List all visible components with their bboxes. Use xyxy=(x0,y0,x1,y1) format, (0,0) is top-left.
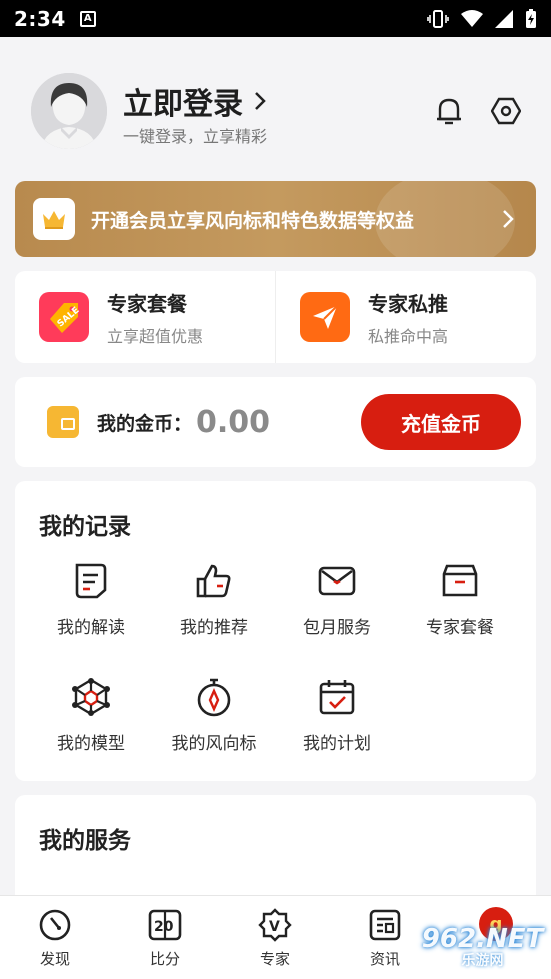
coins-value: 0.00 xyxy=(196,404,271,440)
expert-badge-icon: V xyxy=(258,908,292,942)
package-subtitle: 立享超值优惠 xyxy=(107,326,204,346)
package-subtitle: 私推命中高 xyxy=(368,326,449,346)
login-subtitle: 一键登录，立享精彩 xyxy=(123,127,268,146)
document-icon xyxy=(71,561,111,601)
tab-news[interactable]: 资讯 xyxy=(345,908,425,969)
record-item-label: 我的解读 xyxy=(57,618,125,638)
vip-banner-text: 开通会员立享风向标和特色数据等权益 xyxy=(91,209,415,232)
coin-decoration xyxy=(375,181,515,257)
profile-header: 立即登录 一键登录，立享精彩 xyxy=(31,73,521,151)
expert-glyph: V xyxy=(269,919,280,935)
tab-label: 比分 xyxy=(149,950,180,968)
tab-label: 发现 xyxy=(39,950,70,968)
record-item-model[interactable]: 我的模型 xyxy=(31,677,151,754)
discover-icon xyxy=(39,909,71,941)
record-item-indicator[interactable]: 我的风向标 xyxy=(154,677,274,754)
notification-icon: A xyxy=(79,10,96,27)
record-item-label: 我的模型 xyxy=(57,734,125,754)
tab-score[interactable]: 20 比分 xyxy=(125,908,205,969)
record-item-label: 我的计划 xyxy=(303,734,371,754)
record-item-interpretation[interactable]: 我的解读 xyxy=(31,561,151,638)
record-item-monthly[interactable]: 包月服务 xyxy=(277,561,397,638)
signal-icon xyxy=(495,9,513,28)
record-item-label: 包月服务 xyxy=(303,618,371,638)
thumbs-up-icon xyxy=(194,561,234,601)
record-item-label: 我的风向标 xyxy=(171,734,257,754)
vibrate-icon xyxy=(427,9,449,28)
settings-hexagon-icon xyxy=(491,97,521,125)
watermark-sub: 乐游网 xyxy=(461,953,504,969)
watermark-logo: 962.NET 乐游网 xyxy=(420,924,545,974)
package-title: 专家私推 xyxy=(368,291,448,316)
coins-card: 我的金币： 0.00 充值金币 xyxy=(15,377,536,467)
wallet-icon xyxy=(47,406,79,438)
record-item-plan[interactable]: 我的计划 xyxy=(277,677,397,754)
default-avatar-icon xyxy=(31,73,107,149)
box-icon xyxy=(440,561,480,601)
avatar[interactable] xyxy=(31,73,107,149)
wifi-icon xyxy=(461,9,483,27)
notification-bell-button[interactable] xyxy=(433,95,465,127)
chevron-right-icon xyxy=(255,92,266,110)
package-expert-plan[interactable]: SALE 专家套餐 立享超值优惠 xyxy=(15,271,275,363)
score-glyph: 20 xyxy=(154,919,174,935)
settings-button[interactable] xyxy=(490,95,522,127)
login-link[interactable]: 立即登录 xyxy=(123,79,267,123)
record-item-expert-plan[interactable]: 专家套餐 xyxy=(400,561,520,638)
paper-plane-icon xyxy=(300,292,350,342)
tab-expert[interactable]: V 专家 xyxy=(235,908,315,969)
login-title: 立即登录 xyxy=(123,87,243,122)
recharge-button[interactable]: 充值金币 xyxy=(361,394,521,450)
services-title: 我的服务 xyxy=(39,828,131,854)
package-private-tip[interactable]: 专家私推 私推命中高 xyxy=(275,271,536,363)
crown-badge xyxy=(33,198,75,240)
envelope-icon xyxy=(317,561,357,601)
news-icon xyxy=(369,909,401,941)
calendar-check-icon xyxy=(317,677,357,717)
bell-icon xyxy=(437,98,461,125)
tab-label: 资讯 xyxy=(369,950,400,968)
record-item-recommend[interactable]: 我的推荐 xyxy=(154,561,274,638)
model-icon xyxy=(71,677,111,717)
sale-tag-icon: SALE xyxy=(39,292,89,342)
package-title: 专家套餐 xyxy=(107,291,187,316)
status-icons xyxy=(427,8,537,29)
battery-icon xyxy=(526,8,536,28)
tab-label: 专家 xyxy=(259,950,290,968)
record-item-label: 专家套餐 xyxy=(426,618,494,638)
watermark-main: 962.NET xyxy=(421,924,544,954)
records-title: 我的记录 xyxy=(39,514,131,540)
record-item-label: 我的推荐 xyxy=(180,618,248,638)
coins-label: 我的金币： xyxy=(97,412,193,435)
packages-card: SALE 专家套餐 立享超值优惠 专家私推 私推命中高 xyxy=(15,271,536,363)
status-bar: 2:34 A xyxy=(0,0,551,37)
compass-icon xyxy=(194,677,234,717)
records-card: 我的记录 我的解读 我的推荐 包月服务 专家套餐 我的模型 我的风向标 我的计划 xyxy=(15,481,536,781)
crown-icon xyxy=(43,211,65,229)
vip-banner[interactable]: 开通会员立享风向标和特色数据等权益 xyxy=(15,181,536,257)
tab-discover[interactable]: 发现 xyxy=(15,908,95,969)
score-icon: 20 xyxy=(148,909,182,941)
status-time: 2:34 xyxy=(14,6,66,31)
